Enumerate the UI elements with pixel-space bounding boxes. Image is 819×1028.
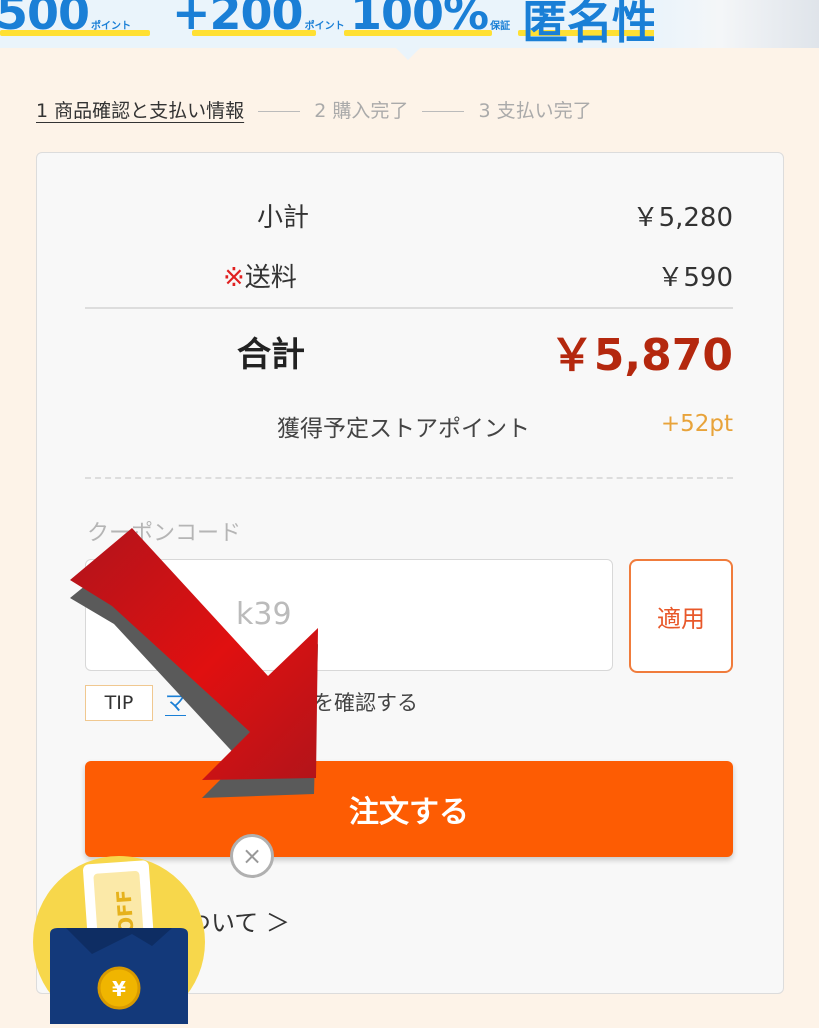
total-label: 合計 [237,335,305,375]
checkout-steps: 1 商品確認と支払い情報 2 購入完了 3 支払い完了 [36,96,592,123]
step-separator [258,111,301,112]
step-separator [422,111,465,112]
tip-link[interactable]: マ [165,687,186,717]
shipping-label: 送料 [244,263,297,293]
banner-item-anonymity: 匿名性 [522,0,658,48]
coupon-code-value: k39 [236,597,292,632]
tip-link-text: マ [165,691,186,716]
step-2: 2 購入完了 [314,100,409,122]
coin-yen-text: ¥ [112,977,126,1001]
banner-item-guarantee: 100% 保証 [350,0,511,40]
shipping-label-row: ※送料 [223,257,297,294]
step-1: 1 商品確認と支払い情報 [36,100,245,122]
banner-pointer [396,48,420,60]
banner-photo [654,0,819,48]
tip-badge: TIP [85,685,153,721]
summary-divider [85,307,733,309]
points-label: 獲得予定ストアポイント [277,416,530,442]
points-value: +52pt [660,411,733,437]
banner-item-points: 500 ポイント [0,0,132,40]
ticket-off-text: OFF [111,889,138,935]
required-mark: ※ [223,263,245,293]
step-3: 3 支払い完了 [478,100,592,122]
subtotal-label: 小計 [257,203,310,233]
dashed-divider [85,477,733,479]
subtotal-value: ￥5,280 [632,203,733,233]
coupon-label: クーポンコード [87,521,242,546]
apply-coupon-button[interactable]: 適用 [629,559,733,673]
shipping-value: ￥590 [657,263,733,293]
close-icon: × [241,842,263,870]
tip-text: を確認する [313,691,418,715]
promo-banner: 500 ポイント +200 ポイント 100% 保証 匿名性 [0,0,819,48]
coupon-code-input[interactable]: k39 [85,559,613,671]
coupon-widget-icon: OFF ¥ [33,856,205,1028]
close-widget-button[interactable]: × [230,834,274,878]
total-value: ￥5,870 [549,330,733,381]
banner-item-bonus-points: +200 ポイント [172,0,345,40]
coupon-widget[interactable]: OFF ¥ [32,842,206,1028]
